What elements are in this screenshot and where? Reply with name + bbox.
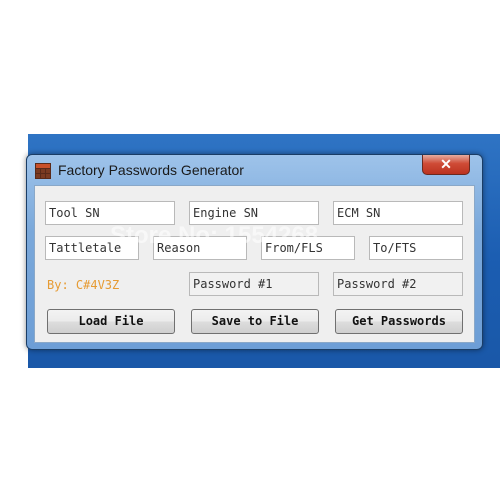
author-label: By: C#4V3Z <box>47 278 120 292</box>
app-window: Factory Passwords Generator ✕ Tool SN En… <box>26 154 483 350</box>
window-title: Factory Passwords Generator <box>58 162 244 178</box>
close-button[interactable]: ✕ <box>422 155 470 175</box>
get-passwords-button[interactable]: Get Passwords <box>335 309 463 334</box>
save-to-file-button[interactable]: Save to File <box>191 309 319 334</box>
calculator-grid-icon <box>35 163 51 179</box>
store-watermark: Store No: 1554268 <box>110 222 319 249</box>
password2-field[interactable]: Password #2 <box>333 272 463 296</box>
load-file-button[interactable]: Load File <box>47 309 175 334</box>
window-client-area: Tool SN Engine SN ECM SN Tattletale Reas… <box>34 185 475 343</box>
close-icon: ✕ <box>440 156 452 172</box>
password1-field[interactable]: Password #1 <box>189 272 319 296</box>
